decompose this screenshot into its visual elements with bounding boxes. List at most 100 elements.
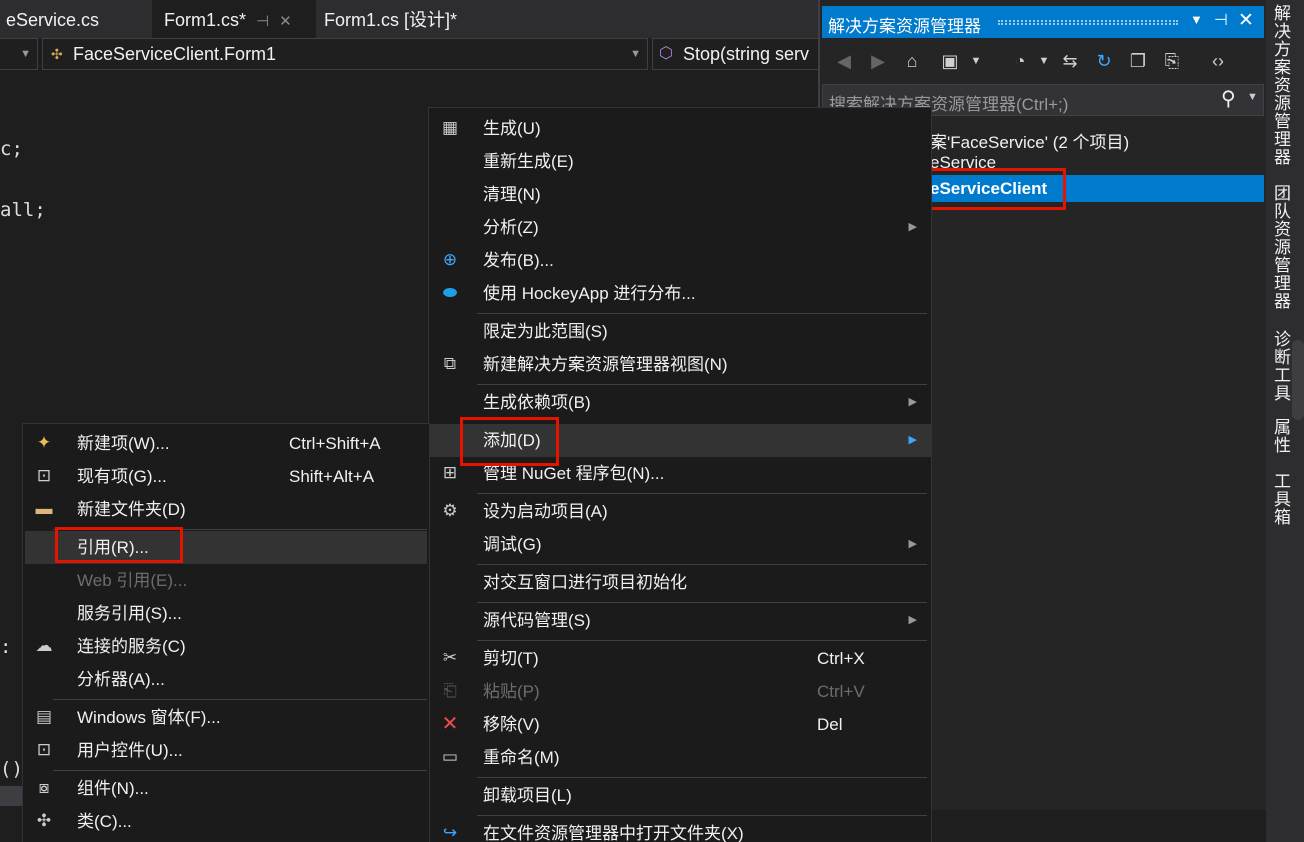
menu-separator bbox=[477, 640, 927, 641]
menu-item-paste[interactable]: ⎗ 粘贴(P) Ctrl+V bbox=[429, 675, 931, 708]
chevron-down-icon[interactable]: ▼ bbox=[1032, 46, 1056, 76]
scissors-icon: ✂ bbox=[442, 648, 458, 667]
menu-item-cut[interactable]: ✂ 剪切(T) Ctrl+X bbox=[429, 642, 931, 675]
tab-label: Form1.cs* bbox=[164, 10, 247, 30]
dropdown-icon[interactable]: ▼ bbox=[1190, 12, 1203, 27]
side-tab-toolbox[interactable]: 工具箱 bbox=[1268, 472, 1293, 526]
user-control-icon: ⊡ bbox=[36, 740, 52, 759]
menu-item-build[interactable]: ▦ 生成(U) bbox=[429, 112, 931, 145]
gear-icon: ⚙ bbox=[442, 501, 458, 520]
chevron-down-icon[interactable]: ▼ bbox=[1247, 91, 1258, 103]
remove-icon: ✕ bbox=[441, 713, 459, 735]
windows-form-icon: ▤ bbox=[35, 707, 53, 726]
menu-item-hockeyapp[interactable]: ⬬ 使用 HockeyApp 进行分布... bbox=[429, 277, 931, 310]
menu-item-unload[interactable]: 卸载项目(L) bbox=[429, 779, 931, 812]
menu-separator bbox=[477, 602, 927, 603]
build-icon: ▦ bbox=[441, 118, 459, 137]
submenu-item-component[interactable]: ⧇ 组件(N)... bbox=[23, 772, 429, 805]
class-icon: ✣ bbox=[36, 811, 52, 830]
code-line: c; bbox=[0, 138, 23, 160]
tab-label: eService.cs bbox=[6, 10, 100, 30]
submenu-arrow-icon: ▶ bbox=[908, 396, 917, 408]
submenu-item-existing-item[interactable]: ⊡ 现有项(G)... Shift+Alt+A bbox=[23, 460, 429, 493]
submenu-item-web-reference[interactable]: Web 引用(E)... bbox=[23, 564, 429, 597]
chevron-down-icon: ▼ bbox=[630, 48, 641, 60]
submenu-arrow-icon: ▶ bbox=[908, 434, 917, 446]
pin-icon[interactable]: ⊣ bbox=[1214, 10, 1228, 30]
project-combo[interactable]: ▼ bbox=[0, 38, 38, 70]
menu-item-new-view[interactable]: ⧉ 新建解决方案资源管理器视图(N) bbox=[429, 348, 931, 381]
connected-service-icon: ☁ bbox=[35, 636, 53, 655]
highlight-box-reference bbox=[55, 527, 183, 563]
solution-explorer-titlebar: 解决方案资源管理器 ▼ ⊣ ✕ bbox=[822, 6, 1264, 38]
submenu-item-service-reference[interactable]: 服务引用(S)... bbox=[23, 597, 429, 630]
menu-item-open-folder[interactable]: ↪ 在文件资源管理器中打开文件夹(X) bbox=[429, 817, 931, 842]
menu-item-scope[interactable]: 限定为此范围(S) bbox=[429, 315, 931, 348]
menu-item-build-dependencies[interactable]: 生成依赖项(B) ▶ bbox=[429, 386, 931, 419]
menu-item-interactive-init[interactable]: 对交互窗口进行项目初始化 bbox=[429, 566, 931, 599]
menu-item-source-control[interactable]: 源代码管理(S) ▶ bbox=[429, 604, 931, 637]
refresh-icon[interactable]: ↻ bbox=[1092, 46, 1116, 76]
menu-separator bbox=[477, 493, 927, 494]
menu-item-publish[interactable]: ⊕ 发布(B)... bbox=[429, 244, 931, 277]
submenu-arrow-icon: ▶ bbox=[908, 614, 917, 626]
menu-item-rename[interactable]: ▭ 重命名(M) bbox=[429, 741, 931, 774]
code-view-icon[interactable]: ‹› bbox=[1206, 46, 1230, 76]
submenu-item-class[interactable]: ✣ 类(C)... bbox=[23, 805, 429, 838]
forward-icon[interactable]: ▶ bbox=[866, 46, 890, 76]
class-combo[interactable]: ✣ FaceServiceClient.Form1 ▼ bbox=[42, 38, 648, 70]
paste-icon: ⎗ bbox=[443, 681, 457, 700]
menu-item-set-startup[interactable]: ⚙ 设为启动项目(A) bbox=[429, 495, 931, 528]
nuget-icon: ⊞ bbox=[442, 463, 458, 482]
back-icon[interactable]: ◀ bbox=[832, 46, 856, 76]
close-icon[interactable]: ✕ bbox=[1238, 9, 1254, 32]
member-combo[interactable]: ⬡ Stop(string serv bbox=[652, 38, 822, 70]
rename-icon: ▭ bbox=[441, 747, 459, 766]
close-icon[interactable]: ✕ bbox=[279, 13, 292, 30]
pin-icon[interactable]: ⊣ bbox=[256, 13, 269, 30]
submenu-item-windows-form[interactable]: ▤ Windows 窗体(F)... bbox=[23, 701, 429, 734]
diagnostics-indicator-icon bbox=[1292, 340, 1304, 420]
class-combo-label: FaceServiceClient.Form1 bbox=[73, 44, 277, 64]
new-view-icon: ⧉ bbox=[443, 354, 457, 373]
menu-item-remove[interactable]: ✕ 移除(V) Del bbox=[429, 708, 931, 741]
class-icon: ✣ bbox=[51, 46, 63, 62]
pending-changes-icon[interactable]: ◔ bbox=[1008, 46, 1032, 76]
menu-item-debug[interactable]: 调试(G) ▶ bbox=[429, 528, 931, 561]
submenu-item-new-item[interactable]: ✦ 新建项(W)... Ctrl+Shift+A bbox=[23, 427, 429, 460]
menu-item-clean[interactable]: 清理(N) bbox=[429, 178, 931, 211]
globe-icon: ⊕ bbox=[442, 250, 458, 269]
tab-form1-cs[interactable]: Form1.cs* ⊣ ✕ bbox=[156, 0, 314, 38]
menu-separator bbox=[477, 384, 927, 385]
open-folder-icon: ↪ bbox=[442, 823, 458, 842]
title-grip bbox=[998, 20, 1178, 25]
tab-form1-designer[interactable]: Form1.cs [设计]* bbox=[316, 0, 818, 38]
menu-item-analyze[interactable]: 分析(Z) ▶ bbox=[429, 211, 931, 244]
menu-separator bbox=[477, 313, 927, 314]
sync-icon[interactable]: ⇆ bbox=[1058, 46, 1082, 76]
tree-item[interactable]: 案'FaceService' (2 个项目) bbox=[930, 128, 1129, 153]
submenu-item-user-control[interactable]: ⊡ 用户控件(U)... bbox=[23, 734, 429, 767]
new-item-icon: ✦ bbox=[36, 433, 52, 452]
submenu-item-new-folder[interactable]: ▬ 新建文件夹(D) bbox=[23, 493, 429, 526]
side-tab-diagnostics[interactable]: 诊断工具 bbox=[1268, 330, 1293, 402]
menu-item-rebuild[interactable]: 重新生成(E) bbox=[429, 145, 931, 178]
code-line: all; bbox=[0, 199, 46, 221]
editor-scrollbar[interactable] bbox=[0, 786, 22, 806]
panel-title: 解决方案资源管理器 bbox=[828, 17, 981, 36]
method-icon: ⬡ bbox=[659, 45, 673, 62]
tab-face-service[interactable]: eService.cs bbox=[0, 0, 152, 38]
side-tab-properties[interactable]: 属性 bbox=[1268, 418, 1293, 454]
member-combo-label: Stop(string serv bbox=[683, 44, 810, 64]
side-tab-solution-explorer[interactable]: 解决方案资源管理器 bbox=[1268, 4, 1293, 166]
properties-icon[interactable]: ⎘ bbox=[1160, 46, 1184, 76]
side-tab-team-explorer[interactable]: 团队资源管理器 bbox=[1268, 184, 1293, 310]
switch-views-icon[interactable]: ▣ bbox=[938, 46, 962, 76]
collapse-all-icon[interactable]: ❐ bbox=[1126, 46, 1150, 76]
home-icon[interactable]: ⌂ bbox=[900, 46, 924, 76]
submenu-item-analyzer[interactable]: 分析器(A)... bbox=[23, 663, 429, 696]
project-context-menu: ▦ 生成(U) 重新生成(E) 清理(N) 分析(Z) ▶ ⊕ 发布(B)... ⬬ 使… bbox=[428, 107, 932, 842]
chevron-down-icon[interactable]: ▼ bbox=[964, 46, 988, 76]
submenu-item-connected-service[interactable]: ☁ 连接的服务(C) bbox=[23, 630, 429, 663]
highlight-box-add bbox=[460, 417, 559, 466]
